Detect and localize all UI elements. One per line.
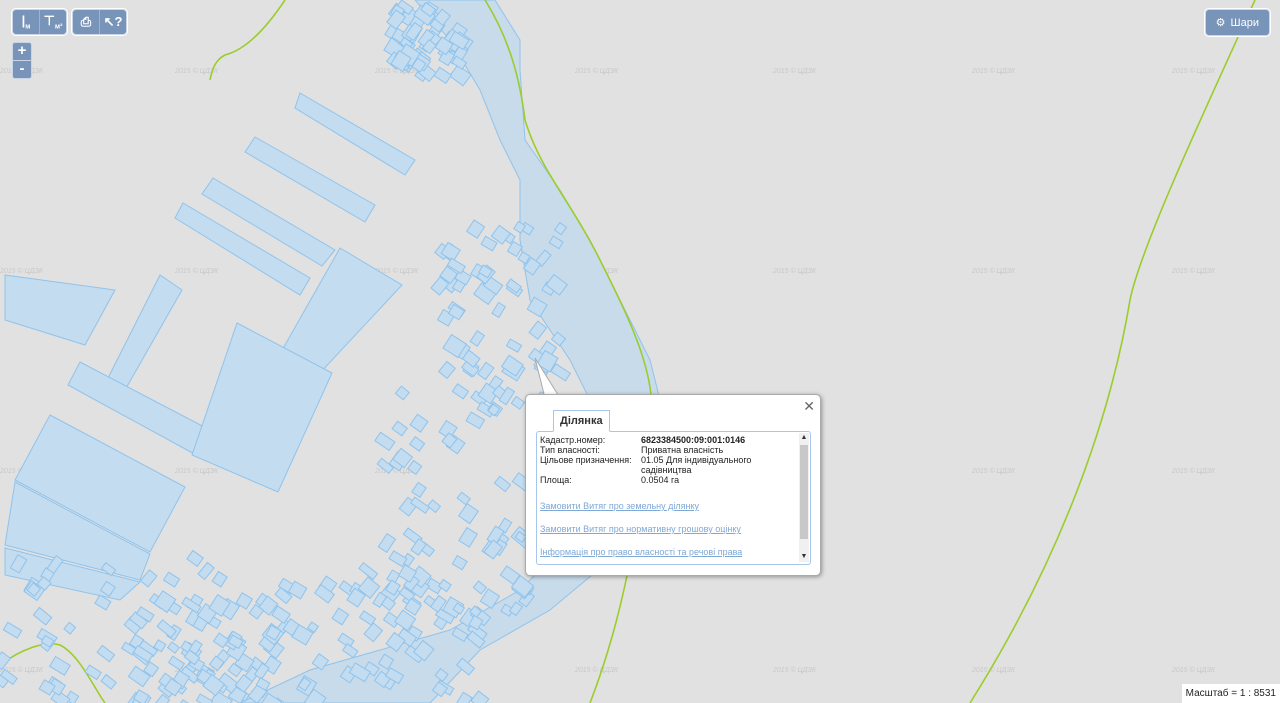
ownership-type: Приватна власність (641, 445, 724, 455)
watermark-text: 2015 © ЦДЗК (1171, 467, 1216, 475)
scale-indicator: Масштаб = 1 : 8531 (1181, 684, 1280, 703)
tools-toolbar: ⎙ ↖? (72, 9, 127, 35)
watermark-text: 2015 © ЦДЗК (971, 267, 1016, 275)
tab-parcel[interactable]: Ділянка (553, 410, 610, 432)
layers-label: Шари (1230, 16, 1259, 29)
measure-toolbar: |м ⊤м² (12, 9, 67, 35)
watermark-text: 2015 © ЦДЗК (971, 467, 1016, 475)
info-row-cadastral: Кадастр.номер: 6823384500:09:001:0146 (540, 435, 795, 445)
info-label: Кадастр.номер: (540, 435, 606, 445)
scroll-down-icon[interactable]: ▼ (799, 552, 809, 562)
measure-area-button[interactable]: ⊤м² (40, 10, 66, 34)
popup-scrollbar[interactable]: ▲ ▼ (799, 433, 809, 562)
info-label: Цільове призначення: (540, 455, 632, 465)
watermark-text: 2015 © ЦДЗК (174, 467, 219, 475)
scroll-thumb[interactable] (800, 445, 808, 539)
watermark-text: 2015 © ЦДЗК (174, 267, 219, 275)
area-value: 0.0504 га (641, 475, 680, 485)
watermark-text: 2015 © ЦДЗК (1171, 267, 1216, 275)
watermark-text: 2015 © ЦДЗК (0, 267, 44, 275)
parcel-info: Кадастр.номер: 6823384500:09:001:0146 Ти… (540, 435, 795, 557)
map-canvas[interactable]: 2015 © ЦДЗК 2015 © ЦДЗК 2015 © ЦДЗК 2015 © … (0, 0, 1280, 703)
zoom-control: + - (12, 42, 32, 79)
ruler-icon: |м (21, 13, 31, 31)
info-label: Тип власності: (540, 445, 600, 455)
order-valuation-link[interactable]: Замовити Витяг про нормативну грошову оц… (540, 524, 795, 534)
scroll-up-icon[interactable]: ▲ (799, 433, 809, 443)
info-row-purpose: Цільове призначення: 01.05 Для індивідуа… (540, 455, 795, 475)
measure-length-button[interactable]: |м (13, 10, 40, 34)
watermark-text: 2015 © ЦДЗК (1171, 666, 1216, 674)
area-icon: ⊤м² (43, 13, 63, 31)
print-button[interactable]: ⎙ (73, 10, 100, 34)
watermark-text: 2015 © ЦДЗК (971, 67, 1016, 75)
gear-icon: ⚙ (1215, 17, 1226, 29)
ownership-info-link[interactable]: Інформація про право власності та речові… (540, 547, 795, 557)
info-label: Площа: (540, 475, 572, 485)
watermark-text: 2015 © ЦДЗК (971, 666, 1016, 674)
zoom-in-button[interactable]: + (13, 43, 31, 61)
cursor-help-icon: ↖? (103, 14, 123, 29)
zoom-out-button[interactable]: - (13, 61, 31, 78)
purpose: 01.05 Для індивідуального садівництва (641, 455, 752, 475)
order-extract-link[interactable]: Замовити Витяг про земельну ділянку (540, 501, 795, 511)
watermark-text: 2015 © ЦДЗК (574, 67, 619, 75)
watermark-text: 2015 © ЦДЗК (772, 267, 817, 275)
close-icon[interactable]: ✕ (803, 398, 815, 415)
parcel-popup: ✕ Ділянка Кадастр.номер: 6823384500:09:0… (525, 394, 821, 576)
info-row-ownership: Тип власності: Приватна власність (540, 445, 795, 455)
watermark-text: 2015 © ЦДЗК (1171, 67, 1216, 75)
watermark-text: 2015 © ЦДЗК (772, 67, 817, 75)
cadastral-number: 6823384500:09:001:0146 (641, 435, 746, 445)
layers-button[interactable]: ⚙ Шари (1204, 9, 1270, 36)
identify-button[interactable]: ↖? (100, 10, 126, 34)
popup-content: Кадастр.номер: 6823384500:09:001:0146 Ти… (536, 431, 811, 565)
info-row-area: Площа: 0.0504 га (540, 475, 795, 485)
print-icon: ⎙ (80, 14, 92, 29)
watermark-text: 2015 © ЦДЗК (772, 666, 817, 674)
watermark-text: 2015 © ЦДЗК (574, 666, 619, 674)
